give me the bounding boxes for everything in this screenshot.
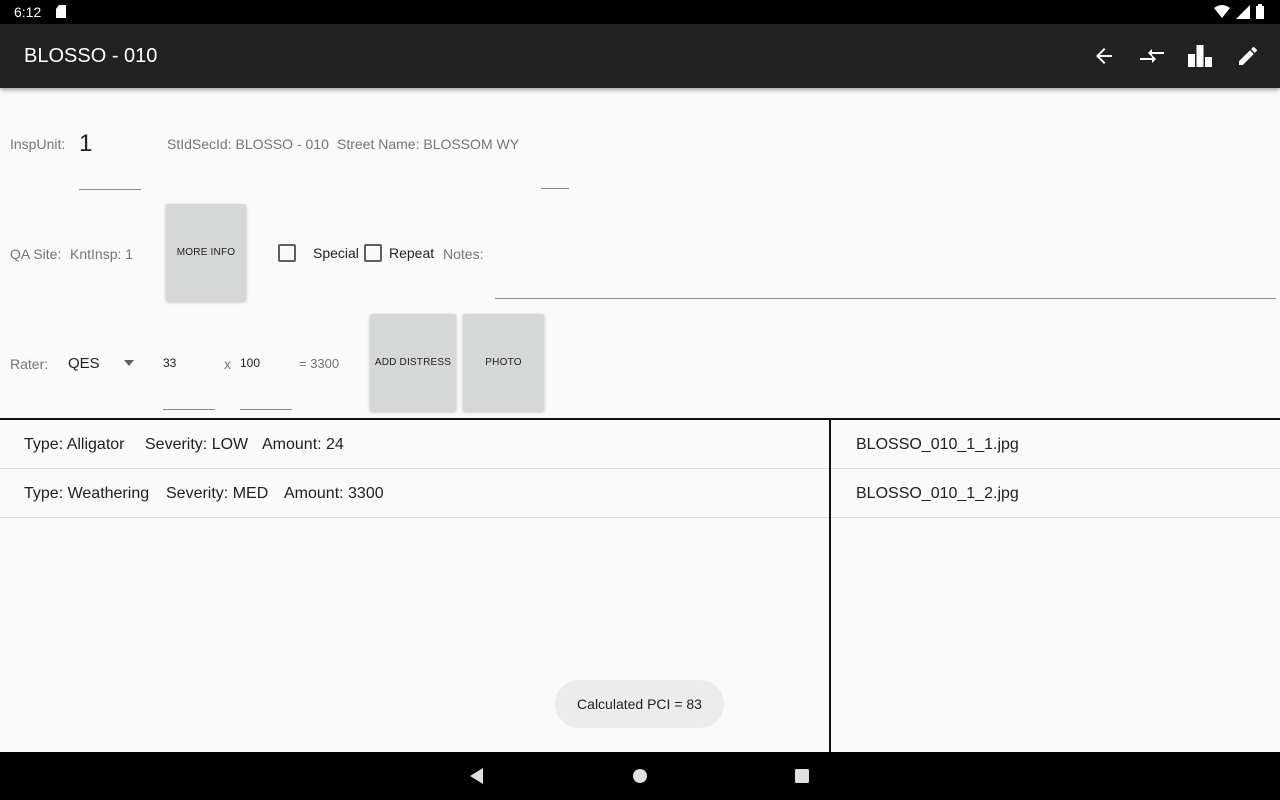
arrow-back-icon [1096, 48, 1112, 64]
photo-list-item[interactable]: BLOSSO_010_1_2.jpg [831, 469, 1280, 518]
street-field-underline[interactable] [541, 188, 569, 189]
width-underline [240, 409, 292, 410]
back-button[interactable] [1088, 40, 1120, 72]
status-time: 6:12 [14, 4, 42, 20]
compare-button[interactable] [1136, 40, 1168, 72]
rater-selected: QES [68, 355, 100, 372]
length-field[interactable]: 33 [163, 356, 176, 370]
status-bar: 6:12 [0, 0, 1280, 24]
width-field[interactable]: 100 [240, 356, 260, 370]
knt-insp-text: KntInsp: 1 [70, 246, 134, 262]
nav-back-button[interactable] [467, 766, 487, 786]
rater-dropdown[interactable]: QES [60, 346, 142, 380]
distress-amount: Amount: 24 [262, 436, 344, 453]
notes-label: Notes: [443, 246, 484, 262]
street-name-text: Street Name: BLOSSOM WY [337, 136, 520, 152]
photo-filename: BLOSSO_010_1_2.jpg [856, 485, 1019, 502]
insp-unit-underline [79, 189, 141, 190]
more-info-button[interactable]: MORE INFO [166, 204, 246, 301]
distress-amount: Amount: 3300 [284, 485, 384, 502]
triangle-back-icon [470, 768, 483, 784]
circle-home-icon [633, 769, 647, 783]
special-checkbox[interactable] [278, 244, 296, 262]
dropdown-arrow-icon [124, 360, 134, 366]
distress-row[interactable]: Type: Weathering Severity: MED Amount: 3… [0, 469, 829, 518]
signal-icon [1236, 4, 1250, 19]
rater-label: Rater: [10, 356, 49, 372]
repeat-checkbox[interactable] [364, 244, 382, 262]
distress-type: Type: Alligator [24, 436, 125, 453]
compare-arrows-icon [1140, 49, 1164, 63]
nav-recents-button[interactable] [792, 766, 812, 786]
bar-chart-icon [1188, 45, 1212, 67]
qa-site-label: QA Site: [10, 246, 62, 262]
battery-icon [1256, 4, 1264, 19]
special-label: Special [313, 245, 359, 261]
photo-button[interactable]: PHOTO [463, 314, 544, 411]
nav-home-button[interactable] [630, 766, 650, 786]
distress-severity: Severity: MED [166, 485, 269, 502]
insp-unit-field[interactable]: 1 [79, 130, 92, 158]
area-result: = 3300 [299, 356, 340, 371]
chart-button[interactable] [1184, 40, 1216, 72]
add-distress-button[interactable]: ADD DISTRESS [370, 314, 456, 411]
app-bar: BLOSSO - 010 [0, 24, 1280, 88]
distress-type: Type: Weathering [24, 485, 150, 502]
repeat-label: Repeat [389, 245, 435, 261]
status-icons [1214, 4, 1264, 19]
edit-button[interactable] [1232, 40, 1264, 72]
insp-unit-label: InspUnit: [10, 136, 66, 152]
distress-severity: Severity: LOW [145, 436, 249, 453]
pencil-icon [1239, 46, 1257, 65]
page-title: BLOSSO - 010 [24, 45, 158, 67]
photo-filename: BLOSSO_010_1_1.jpg [856, 436, 1019, 453]
pci-toast: Calculated PCI = 83 [555, 680, 724, 728]
square-recents-icon [795, 769, 809, 783]
times-sign: x [224, 356, 231, 372]
photo-list-item[interactable]: BLOSSO_010_1_1.jpg [831, 420, 1280, 469]
system-nav-bar [0, 752, 1280, 800]
distress-row[interactable]: Type: Alligator Severity: LOW Amount: 24 [0, 420, 829, 469]
sd-card-icon [56, 5, 66, 18]
wifi-icon [1214, 4, 1230, 18]
stid-secid-text: StIdSecId: BLOSSO - 010 [167, 136, 329, 152]
notes-input[interactable] [495, 298, 1276, 299]
length-underline [163, 409, 215, 410]
